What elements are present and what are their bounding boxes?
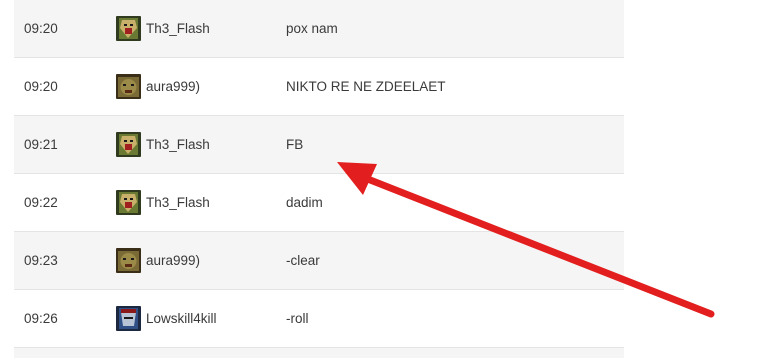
player-name: aura999) [146,79,201,94]
player-name: Lowskill4kill [146,311,217,326]
hero-avatar-troll-icon [116,248,141,273]
chat-time: 09:20 [24,79,58,94]
chat-message: NIKTO RE NE ZDEELAET [286,79,446,94]
chat-log: 09:20 Th3_Flash pox nam 09:20 aura999) N… [14,0,624,358]
chat-row: 09:20 Th3_Flash pox nam [14,0,624,58]
chat-player[interactable]: Th3_Flash [116,190,286,215]
chat-row: 09:20 aura999) NIKTO RE NE ZDEELAET [14,58,624,116]
chat-row: 09:22 Th3_Flash dadim [14,174,624,232]
chat-message: -clear [286,253,320,268]
chat-message: FB [286,137,304,152]
chat-row: 09:26 Lowskill4kill -roll [14,290,624,348]
chat-player[interactable]: aura999) [116,74,286,99]
chat-player[interactable]: Lowskill4kill [116,306,286,331]
player-name: aura999) [146,253,201,268]
player-name: Th3_Flash [146,137,210,152]
chat-row: 09:21 Th3_Flash FB [14,116,624,174]
hero-avatar-green-orc-icon [116,190,141,215]
chat-time: 09:23 [24,253,58,268]
chat-message: dadim [286,195,323,210]
chat-player[interactable]: aura999) [116,248,286,273]
chat-time: 09:22 [24,195,58,210]
chat-message: -roll [286,311,309,326]
chat-time: 09:21 [24,137,58,152]
chat-row: 09:23 aura999) -clear [14,232,624,290]
chat-message: pox nam [286,21,338,36]
chat-row-partial [14,348,624,358]
chat-player[interactable]: Th3_Flash [116,132,286,157]
hero-avatar-green-orc-icon [116,16,141,41]
hero-avatar-green-orc-icon [116,132,141,157]
chat-player[interactable]: Th3_Flash [116,16,286,41]
player-name: Th3_Flash [146,21,210,36]
chat-time: 09:26 [24,311,58,326]
hero-avatar-blue-knight-icon [116,306,141,331]
hero-avatar-troll-icon [116,74,141,99]
chat-time: 09:20 [24,21,58,36]
player-name: Th3_Flash [146,195,210,210]
